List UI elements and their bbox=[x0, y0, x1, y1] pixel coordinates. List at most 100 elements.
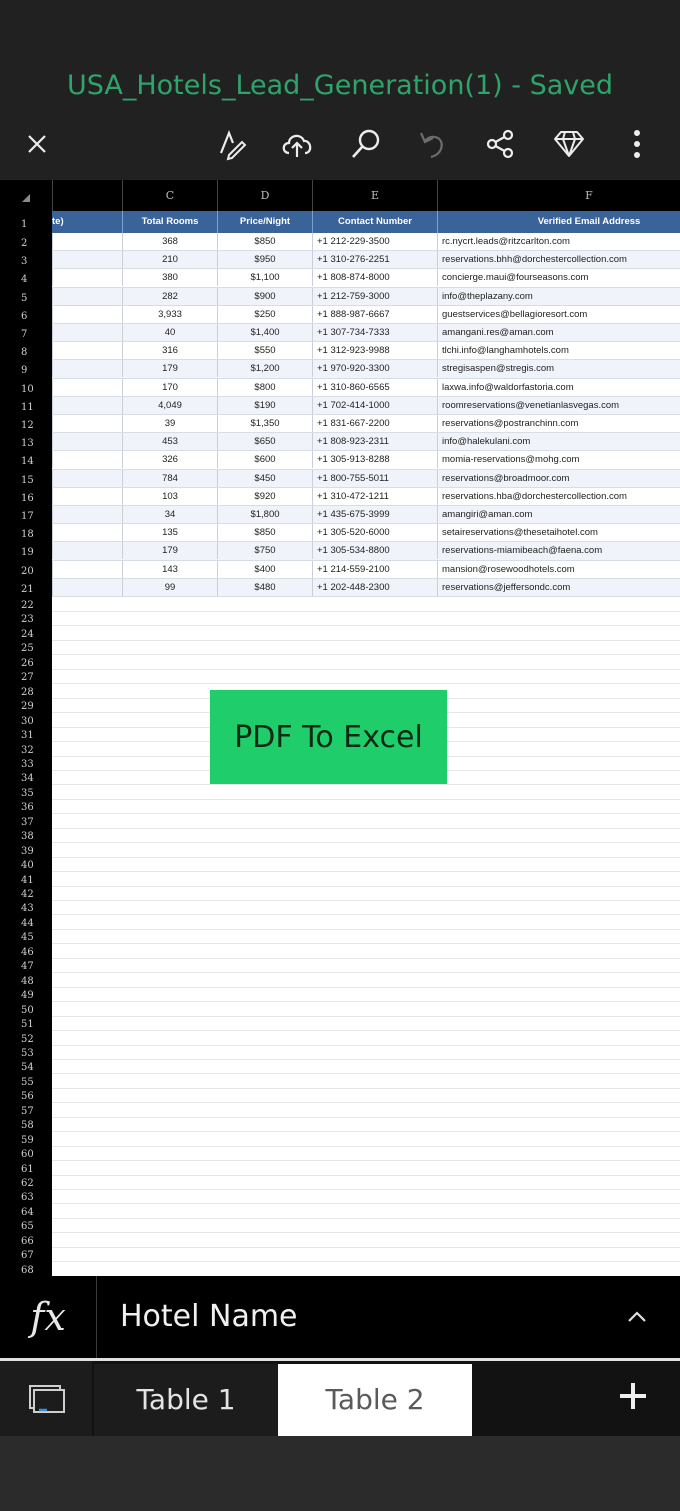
cell-f[interactable]: reservations@jeffersondc.com bbox=[437, 578, 680, 596]
table-row[interactable]: 135 $850 +1 305-520-6000 setaireservations@… bbox=[52, 524, 680, 543]
cell-c[interactable]: 34 bbox=[122, 506, 217, 523]
cell-c[interactable]: 316 bbox=[122, 342, 217, 360]
row-number[interactable]: 39 bbox=[0, 846, 52, 857]
cell-f[interactable]: amangiri@aman.com bbox=[437, 506, 680, 523]
row-number[interactable]: 1 bbox=[0, 219, 52, 230]
row-number[interactable]: 35 bbox=[0, 788, 52, 799]
row-number[interactable]: 51 bbox=[0, 1019, 52, 1030]
cell-c[interactable]: 4,049 bbox=[122, 396, 217, 414]
cell-b[interactable] bbox=[52, 342, 122, 360]
cell-e[interactable]: +1 212-759-3000 bbox=[312, 287, 437, 305]
row-number[interactable]: 2 bbox=[0, 238, 52, 249]
row-number[interactable]: 42 bbox=[0, 889, 52, 900]
cell-b[interactable] bbox=[52, 396, 122, 414]
row-number[interactable]: 32 bbox=[0, 745, 52, 756]
cell-f[interactable]: info@theplazany.com bbox=[437, 287, 680, 305]
header-cell-total-rooms[interactable]: Total Rooms bbox=[122, 211, 217, 233]
cell-b[interactable] bbox=[52, 487, 122, 505]
cell-b[interactable] bbox=[52, 469, 122, 487]
row-number[interactable]: 12 bbox=[0, 420, 52, 431]
cell-e[interactable]: +1 888-987-6667 bbox=[312, 305, 437, 323]
cell-b[interactable] bbox=[52, 560, 122, 578]
row-number[interactable]: 34 bbox=[0, 773, 52, 784]
cell-b[interactable] bbox=[52, 251, 122, 269]
row-number[interactable]: 59 bbox=[0, 1135, 52, 1146]
cell-f[interactable]: reservations.bhh@dorchestercollection.co… bbox=[437, 251, 680, 269]
cell-b[interactable] bbox=[52, 360, 122, 378]
row-number[interactable]: 6 bbox=[0, 311, 52, 322]
cell-d[interactable]: $1,800 bbox=[217, 506, 312, 523]
cell-d[interactable]: $1,200 bbox=[217, 360, 312, 378]
row-number[interactable]: 52 bbox=[0, 1034, 52, 1045]
row-number[interactable]: 17 bbox=[0, 511, 52, 522]
function-icon[interactable]: fx bbox=[0, 1276, 97, 1358]
row-number[interactable]: 50 bbox=[0, 1005, 52, 1016]
header-cell-contact-number[interactable]: Contact Number bbox=[312, 211, 437, 233]
table-row[interactable]: 380 $1,100 +1 808-874-8000 concierge.maui@f… bbox=[52, 269, 680, 288]
share-icon[interactable] bbox=[478, 122, 522, 166]
cell-d[interactable]: $1,100 bbox=[217, 269, 312, 287]
cell-d[interactable]: $190 bbox=[217, 396, 312, 414]
row-number[interactable]: 44 bbox=[0, 918, 52, 929]
select-all-corner[interactable] bbox=[0, 180, 52, 211]
cell-f[interactable]: info@halekulani.com bbox=[437, 433, 680, 451]
row-number[interactable]: 3 bbox=[0, 256, 52, 267]
table-row[interactable]: 143 $400 +1 214-559-2100 mansion@rosewoodho… bbox=[52, 560, 680, 579]
row-number[interactable]: 33 bbox=[0, 759, 52, 770]
row-number[interactable]: 49 bbox=[0, 990, 52, 1001]
table-row[interactable]: 368 $850 +1 212-229-3500 rc.nycrt.leads@rit… bbox=[52, 233, 680, 252]
cell-f[interactable]: concierge.maui@fourseasons.com bbox=[437, 269, 680, 287]
row-number[interactable]: 4 bbox=[0, 274, 52, 285]
row-number[interactable]: 53 bbox=[0, 1048, 52, 1059]
row-number[interactable]: 28 bbox=[0, 687, 52, 698]
pdf-to-excel-button[interactable]: PDF To Excel bbox=[210, 690, 447, 784]
row-number[interactable]: 40 bbox=[0, 860, 52, 871]
cell-d[interactable]: $1,350 bbox=[217, 415, 312, 432]
cell-c[interactable]: 143 bbox=[122, 560, 217, 578]
cloud-upload-icon[interactable] bbox=[275, 122, 319, 166]
row-number[interactable]: 9 bbox=[0, 365, 52, 376]
cell-b[interactable] bbox=[52, 378, 122, 396]
cell-b[interactable] bbox=[52, 451, 122, 469]
cell-c[interactable]: 39 bbox=[122, 415, 217, 432]
cell-e[interactable]: +1 305-534-8800 bbox=[312, 542, 437, 560]
cell-f[interactable]: stregisaspen@stregis.com bbox=[437, 360, 680, 378]
cell-b[interactable] bbox=[52, 269, 122, 287]
header-cell-price-night[interactable]: Price/Night bbox=[217, 211, 312, 233]
cell-c[interactable]: 99 bbox=[122, 578, 217, 596]
table-row[interactable]: 210 $950 +1 310-276-2251 reservations.bhh@d… bbox=[52, 251, 680, 270]
cell-e[interactable]: +1 310-276-2251 bbox=[312, 251, 437, 269]
row-number[interactable]: 15 bbox=[0, 475, 52, 486]
cell-f[interactable]: mansion@rosewoodhotels.com bbox=[437, 560, 680, 578]
cell-c[interactable]: 179 bbox=[122, 360, 217, 378]
cell-e[interactable]: +1 435-675-3999 bbox=[312, 506, 437, 523]
cell-c[interactable]: 368 bbox=[122, 233, 217, 250]
row-number[interactable]: 45 bbox=[0, 932, 52, 943]
cell-b[interactable] bbox=[52, 542, 122, 560]
row-number[interactable]: 37 bbox=[0, 817, 52, 828]
cell-d[interactable]: $950 bbox=[217, 251, 312, 269]
column-header-e[interactable]: E bbox=[312, 180, 437, 211]
row-number[interactable]: 54 bbox=[0, 1062, 52, 1073]
row-number[interactable]: 10 bbox=[0, 384, 52, 395]
cell-f[interactable]: tlchi.info@langhamhotels.com bbox=[437, 342, 680, 360]
cell-d[interactable]: $480 bbox=[217, 578, 312, 596]
row-number[interactable]: 8 bbox=[0, 347, 52, 358]
chevron-up-icon[interactable] bbox=[622, 1302, 652, 1332]
cell-e[interactable]: +1 970-920-3300 bbox=[312, 360, 437, 378]
cell-b[interactable] bbox=[52, 578, 122, 596]
cell-b[interactable] bbox=[52, 287, 122, 305]
tab-table-2[interactable]: Table 2 bbox=[278, 1364, 472, 1436]
cell-d[interactable]: $900 bbox=[217, 287, 312, 305]
cell-c[interactable]: 326 bbox=[122, 451, 217, 469]
row-number[interactable]: 23 bbox=[0, 614, 52, 625]
cell-d[interactable]: $650 bbox=[217, 433, 312, 451]
row-number[interactable]: 31 bbox=[0, 730, 52, 741]
row-number[interactable]: 58 bbox=[0, 1120, 52, 1131]
row-number[interactable]: 60 bbox=[0, 1149, 52, 1160]
table-row[interactable]: 99 $480 +1 202-448-2300 reservations@jeffer… bbox=[52, 578, 680, 597]
row-number[interactable]: 18 bbox=[0, 529, 52, 540]
cell-e[interactable]: +1 305-520-6000 bbox=[312, 524, 437, 542]
cell-f[interactable]: laxwa.info@waldorfastoria.com bbox=[437, 378, 680, 396]
table-row[interactable]: 326 $600 +1 305-913-8288 momia-reservations… bbox=[52, 451, 680, 470]
